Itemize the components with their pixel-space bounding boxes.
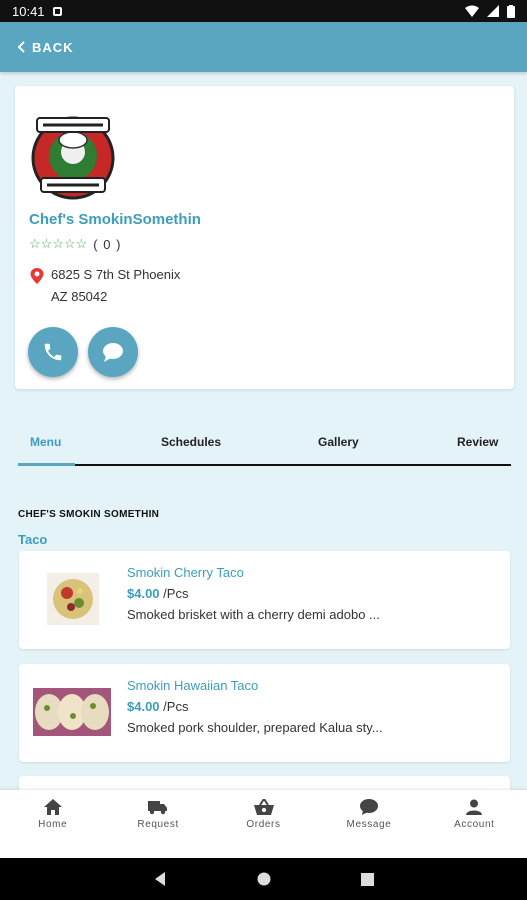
tab-gallery[interactable]: Gallery — [318, 435, 359, 449]
back-button[interactable]: BACK — [18, 40, 74, 55]
menu-item-price: $4.00 — [127, 699, 160, 714]
tab-review[interactable]: Review — [457, 435, 498, 449]
location-pin-icon — [30, 268, 44, 284]
nav-orders-label: Orders — [246, 819, 281, 830]
app-bar: BACK — [0, 22, 527, 72]
nav-message-label: Message — [346, 819, 392, 830]
address-line-2: AZ 85042 — [51, 289, 108, 304]
chat-button[interactable] — [88, 327, 138, 377]
chef-profile-card: Chef's SmokinSomethin ☆☆☆☆☆ ( 0 ) 6825 S… — [15, 86, 514, 389]
menu-section-title: CHEF'S SMOKIN SOMETHIN — [18, 509, 160, 520]
menu-item-name: Smokin Hawaiian Taco — [127, 678, 259, 693]
chat-bubble-icon — [103, 343, 123, 362]
nav-home[interactable]: Home — [0, 790, 105, 858]
rating: ☆☆☆☆☆ ( 0 ) — [29, 236, 121, 252]
system-home-icon[interactable] — [257, 872, 271, 886]
nav-account-label: Account — [454, 819, 495, 830]
truck-icon — [148, 801, 168, 815]
nav-request[interactable]: Request — [105, 790, 210, 858]
address-line-1: 6825 S 7th St Phoenix — [51, 267, 181, 282]
phone-icon — [44, 343, 62, 361]
nav-message[interactable]: Message — [316, 790, 421, 858]
tab-menu[interactable]: Menu — [30, 435, 61, 449]
nav-account[interactable]: Account — [422, 790, 527, 858]
nav-request-label: Request — [137, 819, 179, 830]
status-bar: 10:41 — [0, 0, 527, 22]
menu-item-description: Smoked pork shoulder, prepared Kalua sty… — [127, 720, 383, 735]
menu-category: Taco — [18, 532, 48, 547]
menu-item-image — [47, 573, 99, 625]
menu-item-price: $4.00 — [127, 586, 160, 601]
system-back-icon[interactable] — [153, 872, 167, 886]
chevron-left-icon — [18, 41, 25, 53]
battery-icon — [507, 4, 515, 18]
status-time: 10:41 — [12, 3, 45, 19]
active-tab-indicator — [18, 463, 75, 466]
call-button[interactable] — [28, 327, 78, 377]
system-recents-icon[interactable] — [361, 872, 374, 886]
back-label: BACK — [32, 39, 74, 55]
address: 6825 S 7th St Phoenix AZ 85042 — [29, 264, 180, 308]
nav-home-label: Home — [38, 819, 68, 830]
nav-orders[interactable]: Orders — [211, 790, 316, 858]
chef-name: Chef's SmokinSomethin — [29, 211, 201, 228]
menu-item-price-row: $4.00 /Pcs — [127, 586, 188, 601]
menu-item-unit: /Pcs — [163, 586, 189, 601]
tab-bar: Menu Schedules Gallery Review — [18, 424, 511, 466]
message-icon — [359, 799, 378, 815]
tab-schedules[interactable]: Schedules — [161, 435, 221, 449]
rating-count: ( 0 ) — [93, 236, 122, 252]
system-navigation-bar — [0, 858, 527, 900]
wifi-icon — [465, 5, 479, 17]
signal-icon — [487, 5, 499, 17]
menu-item[interactable]: Smokin Cherry Taco $4.00 /Pcs Smoked bri… — [19, 551, 510, 649]
menu-item-image — [33, 688, 111, 736]
person-icon — [466, 799, 483, 815]
menu-item-unit: /Pcs — [163, 699, 189, 714]
menu-item-name: Smokin Cherry Taco — [127, 565, 244, 580]
menu-item[interactable]: Smokin Hawaiian Taco $4.00 /Pcs Smoked p… — [19, 664, 510, 762]
basket-icon — [253, 799, 274, 815]
notification-icon — [52, 6, 62, 16]
menu-item-price-row: $4.00 /Pcs — [127, 699, 188, 714]
bottom-navigation: Home Request Orders Message Account — [0, 790, 527, 858]
menu-item-description: Smoked brisket with a cherry demi adobo … — [127, 607, 380, 622]
rating-stars: ☆☆☆☆☆ — [29, 236, 88, 251]
chef-logo — [31, 116, 115, 200]
home-icon — [43, 799, 62, 815]
